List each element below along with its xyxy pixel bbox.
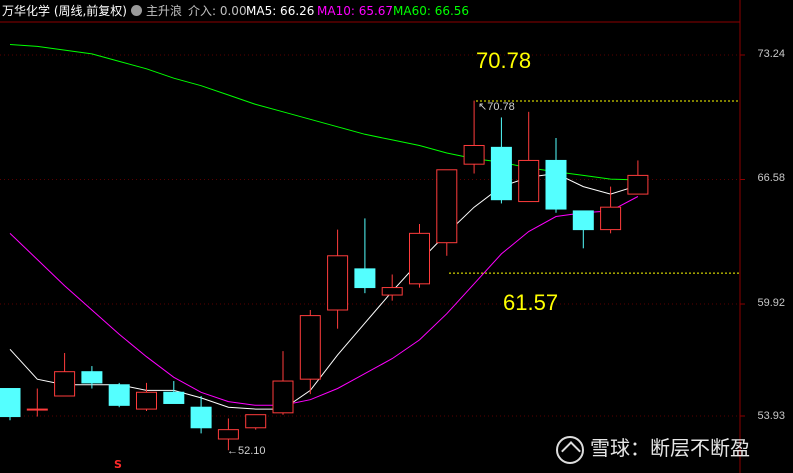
price-axis-label-1: 73.24 bbox=[757, 48, 785, 60]
candle-body-24 bbox=[627, 174, 649, 195]
candle-body-8 bbox=[190, 406, 212, 429]
xueqiu-logo-icon bbox=[556, 435, 584, 464]
price-axis-label-2: 66.58 bbox=[757, 172, 785, 184]
candle-body-1 bbox=[0, 388, 21, 418]
candle-body-13 bbox=[327, 255, 349, 311]
ma10-value: MA10: 65.67 bbox=[317, 4, 394, 18]
candle-body-17 bbox=[436, 169, 458, 244]
high-marker-label: ↖70.78 bbox=[478, 101, 515, 113]
candle-body-3 bbox=[54, 371, 76, 397]
high-price-label: 70.78 bbox=[476, 48, 532, 73]
candle-body-16 bbox=[409, 232, 430, 285]
candle-body-12 bbox=[299, 315, 321, 380]
ma60-value: MA60: 66.56 bbox=[393, 4, 470, 18]
low-price-label: 61.57 bbox=[503, 290, 559, 315]
price-axis-label-3: 59.92 bbox=[757, 297, 785, 309]
candle-body-21 bbox=[545, 159, 567, 210]
signal-mark: S bbox=[114, 458, 122, 471]
entry-value: 介入: 0.00 bbox=[188, 4, 247, 18]
ma5-value: MA5: 66.26 bbox=[246, 4, 315, 18]
indicator-icon[interactable] bbox=[131, 5, 142, 16]
candle-body-14 bbox=[354, 268, 376, 289]
candle-body-10 bbox=[245, 414, 267, 429]
chart-header: 万华化学 (周线,前复权) 主升浪 介入: 0.00 MA5: 66.26 MA… bbox=[0, 0, 793, 22]
watermark-text: 雪球：断层不断盈 bbox=[590, 436, 750, 460]
candle-body-22 bbox=[572, 210, 594, 231]
price-chart[interactable]: ↖70.78 ←52.10 bbox=[0, 0, 793, 473]
candle-body-6 bbox=[136, 391, 157, 410]
candle-body-7 bbox=[163, 391, 185, 404]
low-marker-label: ←52.10 bbox=[227, 445, 266, 457]
indicator-name[interactable]: 主升浪 bbox=[146, 4, 182, 18]
watermark: 雪球：断层不断盈 bbox=[556, 432, 750, 464]
price-axis-label-4: 53.93 bbox=[757, 410, 785, 422]
candle-body-23 bbox=[600, 206, 622, 231]
candle-body-5 bbox=[108, 384, 130, 406]
candle-body-18 bbox=[463, 144, 485, 165]
candle-body-2 bbox=[26, 408, 48, 411]
candle-body-15 bbox=[381, 287, 403, 296]
candle-body-20 bbox=[518, 159, 540, 203]
stock-title[interactable]: 万华化学 (周线,前复权) bbox=[2, 4, 127, 18]
candle-body-9 bbox=[217, 429, 239, 440]
candle-body-4 bbox=[81, 371, 103, 384]
candle-body-11 bbox=[272, 380, 294, 414]
candle-body-19 bbox=[490, 146, 512, 201]
ma60-line bbox=[9, 44, 638, 181]
